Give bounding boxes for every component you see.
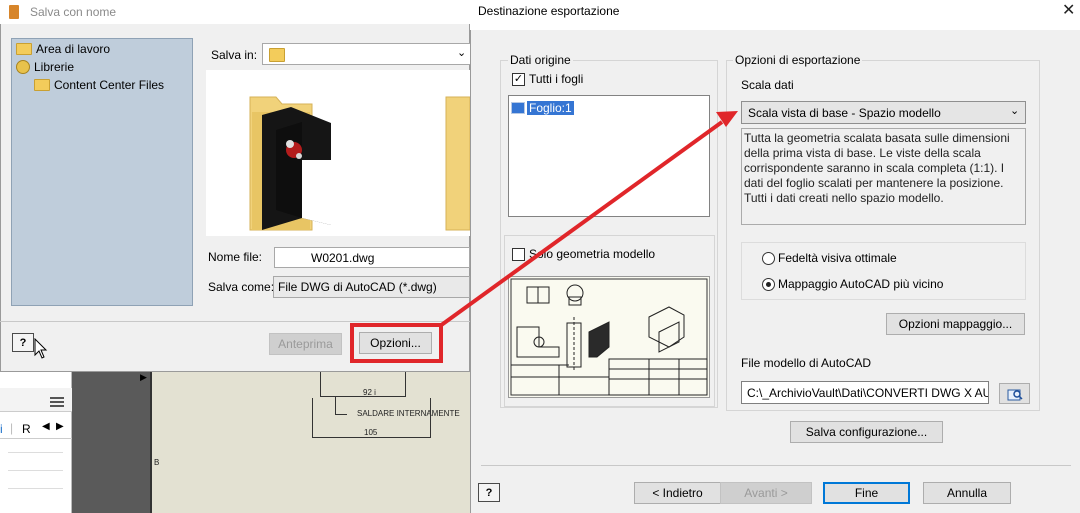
annotation-arrow	[438, 111, 738, 328]
